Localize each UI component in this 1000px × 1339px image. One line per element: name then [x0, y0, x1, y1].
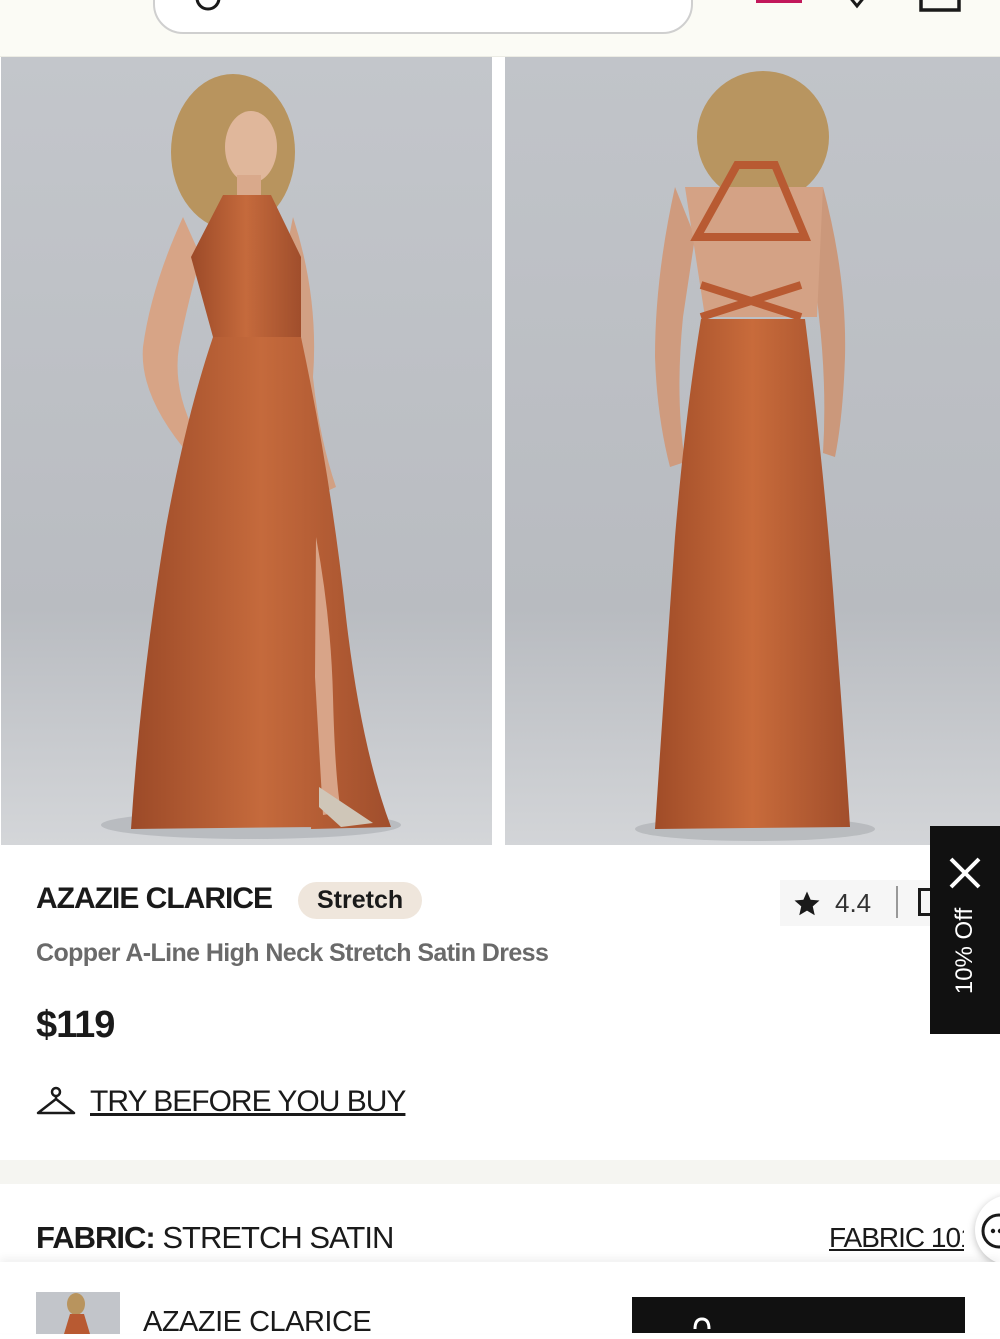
fabric-row: FABRIC: STRETCH SATIN — [36, 1220, 394, 1256]
add-to-bag-button[interactable] — [632, 1297, 965, 1333]
sticky-add-bar: AZAZIE CLARICE — [0, 1262, 1000, 1338]
cart-icon[interactable] — [918, 0, 962, 12]
product-photo-back[interactable] — [505, 57, 1000, 845]
try-before-you-buy-link[interactable]: TRY BEFORE YOU BUY — [90, 1085, 406, 1119]
product-thumbnail — [36, 1292, 120, 1334]
rating-summary[interactable]: 4.4 — [780, 880, 945, 926]
product-subtitle: Copper A-Line High Neck Stretch Satin Dr… — [36, 939, 549, 967]
product-gallery[interactable] — [0, 57, 1000, 845]
star-icon — [794, 891, 820, 916]
hamburger-icon[interactable] — [42, 0, 86, 4]
rating-value: 4.4 — [835, 888, 872, 918]
promo-tab[interactable]: 10% Off — [930, 826, 1000, 1034]
chat-icon — [981, 1213, 1000, 1249]
section-divider — [0, 1160, 1000, 1184]
stretch-badge: Stretch — [298, 882, 423, 919]
accent-indicator — [756, 0, 802, 3]
hanger-icon — [36, 1086, 76, 1115]
fabric-value: STRETCH SATIN — [162, 1220, 394, 1255]
rating-divider — [896, 886, 898, 918]
product-brand: AZAZIE CLARICE — [36, 882, 273, 915]
sticky-product-name: AZAZIE CLARICE — [143, 1306, 372, 1338]
top-header — [0, 0, 1000, 57]
fabric-101-link[interactable]: FABRIC 101 — [829, 1222, 964, 1254]
product-photo-front[interactable] — [1, 57, 492, 845]
fabric-label: FABRIC: — [36, 1220, 156, 1255]
product-price: $119 — [36, 1004, 115, 1046]
search-icon — [195, 0, 221, 11]
bag-icon — [693, 1317, 711, 1330]
promo-label[interactable]: 10% Off — [950, 876, 980, 1026]
chat-button[interactable] — [975, 1195, 1000, 1265]
heart-icon[interactable] — [840, 0, 874, 10]
search-input[interactable] — [153, 0, 693, 34]
